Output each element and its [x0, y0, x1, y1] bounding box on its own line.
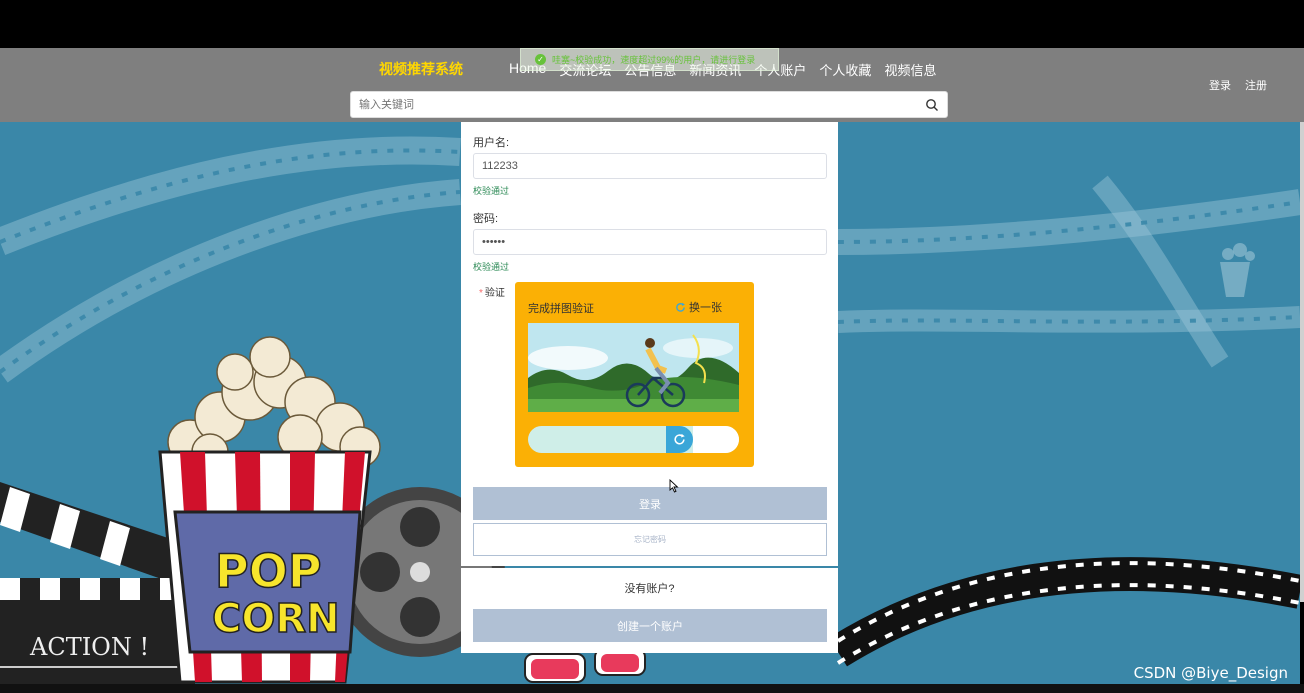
- required-mark: *: [479, 288, 483, 299]
- verify-label: * 验证: [479, 284, 505, 299]
- username-label: 用户名:: [473, 137, 510, 149]
- puzzle-captcha: 完成拼图验证 换一张: [515, 282, 754, 467]
- brand-title[interactable]: 视频推荐系统: [379, 59, 463, 79]
- toast-message: 哇塞~校验成功，速度超过99%的用户，请进行登录: [552, 55, 756, 65]
- page-scrollbar[interactable]: [1300, 122, 1304, 602]
- search-icon[interactable]: [925, 98, 939, 112]
- nav-favorites[interactable]: 个人收藏: [819, 60, 871, 79]
- captcha-slider-remaining: [693, 426, 739, 453]
- search-input[interactable]: [359, 96, 919, 114]
- login-button[interactable]: 登录: [473, 487, 827, 520]
- captcha-image: [528, 323, 739, 412]
- username-field[interactable]: 112233: [473, 153, 827, 179]
- check-circle-icon: ✓: [535, 54, 546, 65]
- register-link[interactable]: 注册: [1245, 77, 1267, 93]
- refresh-handle-icon: [674, 433, 685, 445]
- login-link[interactable]: 登录: [1209, 77, 1231, 93]
- captcha-slider-handle[interactable]: [666, 426, 693, 453]
- captcha-picture: [528, 323, 739, 412]
- watermark: CSDN @Biye_Design: [1133, 664, 1288, 682]
- captcha-refresh-button[interactable]: 换一张: [675, 299, 722, 315]
- username-hint: 校验通过: [473, 186, 510, 196]
- password-label: 密码:: [473, 213, 499, 225]
- popcorn-text-top: POP: [215, 544, 322, 598]
- register-panel: 没有账户? 创建一个账户: [461, 568, 838, 653]
- clapper-text: ACTION !: [29, 633, 149, 661]
- create-account-button[interactable]: 创建一个账户: [473, 609, 827, 642]
- captcha-refresh-label: 换一张: [689, 302, 722, 314]
- captcha-title: 完成拼图验证: [528, 303, 594, 315]
- top-black-band: [0, 0, 1304, 48]
- success-toast: ✓ 哇塞~校验成功，速度超过99%的用户，请进行登录: [520, 48, 779, 71]
- verify-label-text: 验证: [484, 288, 505, 299]
- username-value: 112233: [482, 160, 518, 172]
- refresh-icon: [676, 302, 685, 312]
- password-hint: 校验通过: [473, 262, 510, 272]
- captcha-slider-track: [528, 426, 739, 453]
- auth-links: 登录 注册: [1209, 77, 1267, 93]
- password-value: ••••••: [482, 236, 506, 248]
- forgot-password-button[interactable]: 忘记密码: [473, 523, 827, 556]
- app-window: ACTION ! POP CORN 视频推荐系统 个人账户 个人收藏 视频信息 …: [0, 0, 1304, 693]
- nav-videos[interactable]: 视频信息: [884, 60, 936, 79]
- search-bar: [350, 91, 948, 118]
- popcorn-text-bottom: CORN: [212, 596, 340, 642]
- no-account-text: 没有账户?: [624, 583, 675, 595]
- password-field[interactable]: ••••••: [473, 229, 827, 255]
- login-form: 用户名: 112233 校验通过 密码: •••••• 校验通过 * 验证 完成拼…: [461, 122, 838, 566]
- mouse-cursor-icon: [669, 479, 679, 493]
- bottom-black-band: [0, 684, 1304, 693]
